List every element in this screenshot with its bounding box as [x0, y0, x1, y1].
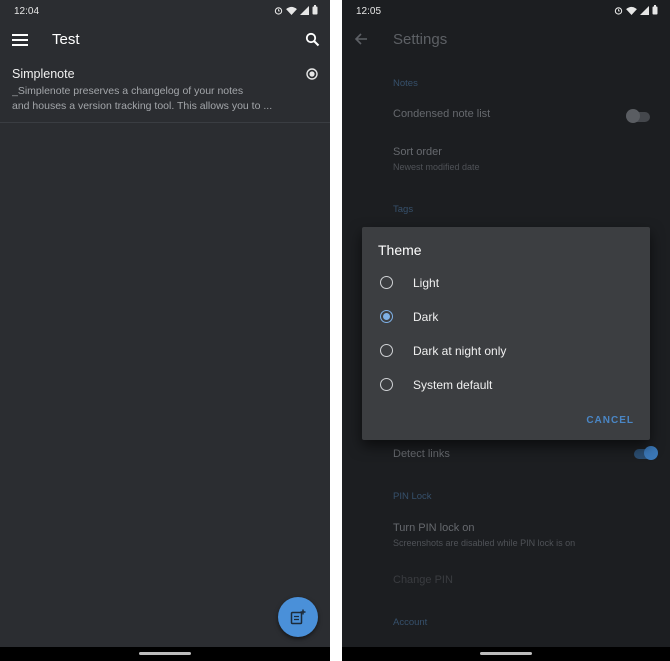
- page-title: Settings: [393, 31, 448, 48]
- search-icon[interactable]: [305, 32, 320, 47]
- theme-option-system-default[interactable]: System default: [362, 371, 650, 401]
- detect-links-toggle[interactable]: [634, 446, 658, 460]
- radio-button-selected[interactable]: [380, 310, 393, 323]
- status-icons: [274, 5, 318, 15]
- dialog-title: Theme: [378, 242, 422, 258]
- navigation-bar: [0, 647, 330, 661]
- pinned-indicator-icon: [306, 68, 318, 80]
- setting-detect-links[interactable]: Detect links: [393, 448, 450, 460]
- option-label: Dark at night only: [413, 344, 507, 358]
- status-time: 12:04: [14, 6, 40, 17]
- battery-icon: [652, 5, 658, 15]
- setting-turn-pin-lock-on[interactable]: Turn PIN lock on: [393, 522, 475, 534]
- wifi-icon: [626, 6, 637, 15]
- battery-icon: [312, 5, 318, 15]
- section-header-account: Account: [393, 617, 428, 628]
- wifi-icon: [286, 6, 297, 15]
- sort-order-value: Newest modified date: [393, 162, 480, 172]
- status-bar: 12:04: [0, 0, 330, 22]
- page-title: Test: [52, 31, 80, 48]
- note-title: Simplenote: [12, 67, 75, 81]
- toggle-knob: [644, 446, 658, 460]
- condensed-note-list-toggle[interactable]: [626, 109, 650, 123]
- right-phone-screen: 12:05 Settings Notes Condensed note list…: [342, 0, 670, 661]
- new-note-button[interactable]: [278, 597, 318, 637]
- radio-button[interactable]: [380, 344, 393, 357]
- option-label: System default: [413, 378, 493, 392]
- status-icons: [614, 5, 658, 15]
- navigation-bar: [342, 647, 670, 661]
- note-preview-line-1: _Simplenote preserves a changelog of you…: [12, 85, 244, 97]
- signal-icon: [640, 5, 649, 15]
- theme-dialog: Theme Light Dark Dark at night only Syst…: [362, 227, 650, 440]
- menu-icon[interactable]: [12, 33, 28, 47]
- note-preview-line-2: and houses a version tracking tool. This…: [12, 100, 273, 112]
- section-header-notes: Notes: [393, 78, 418, 89]
- status-bar: 12:05: [342, 0, 670, 22]
- radio-button[interactable]: [380, 276, 393, 289]
- theme-option-dark[interactable]: Dark: [362, 303, 650, 333]
- top-app-bar: Settings: [342, 22, 670, 58]
- option-label: Dark: [413, 310, 439, 324]
- signal-icon: [300, 5, 309, 15]
- setting-change-pin: Change PIN: [393, 574, 453, 586]
- section-header-pin-lock: PIN Lock: [393, 491, 432, 502]
- alarm-icon: [274, 6, 283, 15]
- alarm-icon: [614, 6, 623, 15]
- gesture-handle[interactable]: [139, 652, 191, 655]
- section-header-tags: Tags: [393, 204, 414, 215]
- gesture-handle[interactable]: [480, 652, 532, 655]
- new-note-icon: [290, 609, 306, 625]
- option-label: Light: [413, 276, 440, 290]
- theme-option-dark-at-night[interactable]: Dark at night only: [362, 337, 650, 367]
- status-time: 12:05: [356, 6, 382, 17]
- toggle-knob: [626, 109, 640, 123]
- left-phone-screen: 12:04 Test Simplenote _Simplenote preser…: [0, 0, 330, 661]
- pin-lock-description: Screenshots are disabled while PIN lock …: [393, 538, 576, 548]
- radio-button[interactable]: [380, 378, 393, 391]
- back-arrow-icon[interactable]: [354, 32, 368, 46]
- theme-option-light[interactable]: Light: [362, 269, 650, 299]
- cancel-button[interactable]: CANCEL: [586, 415, 634, 426]
- note-list-item[interactable]: Simplenote _Simplenote preserves a chang…: [0, 60, 330, 123]
- setting-condensed-note-list[interactable]: Condensed note list: [393, 108, 490, 120]
- setting-sort-order[interactable]: Sort order: [393, 146, 442, 158]
- top-app-bar: Test: [0, 22, 330, 58]
